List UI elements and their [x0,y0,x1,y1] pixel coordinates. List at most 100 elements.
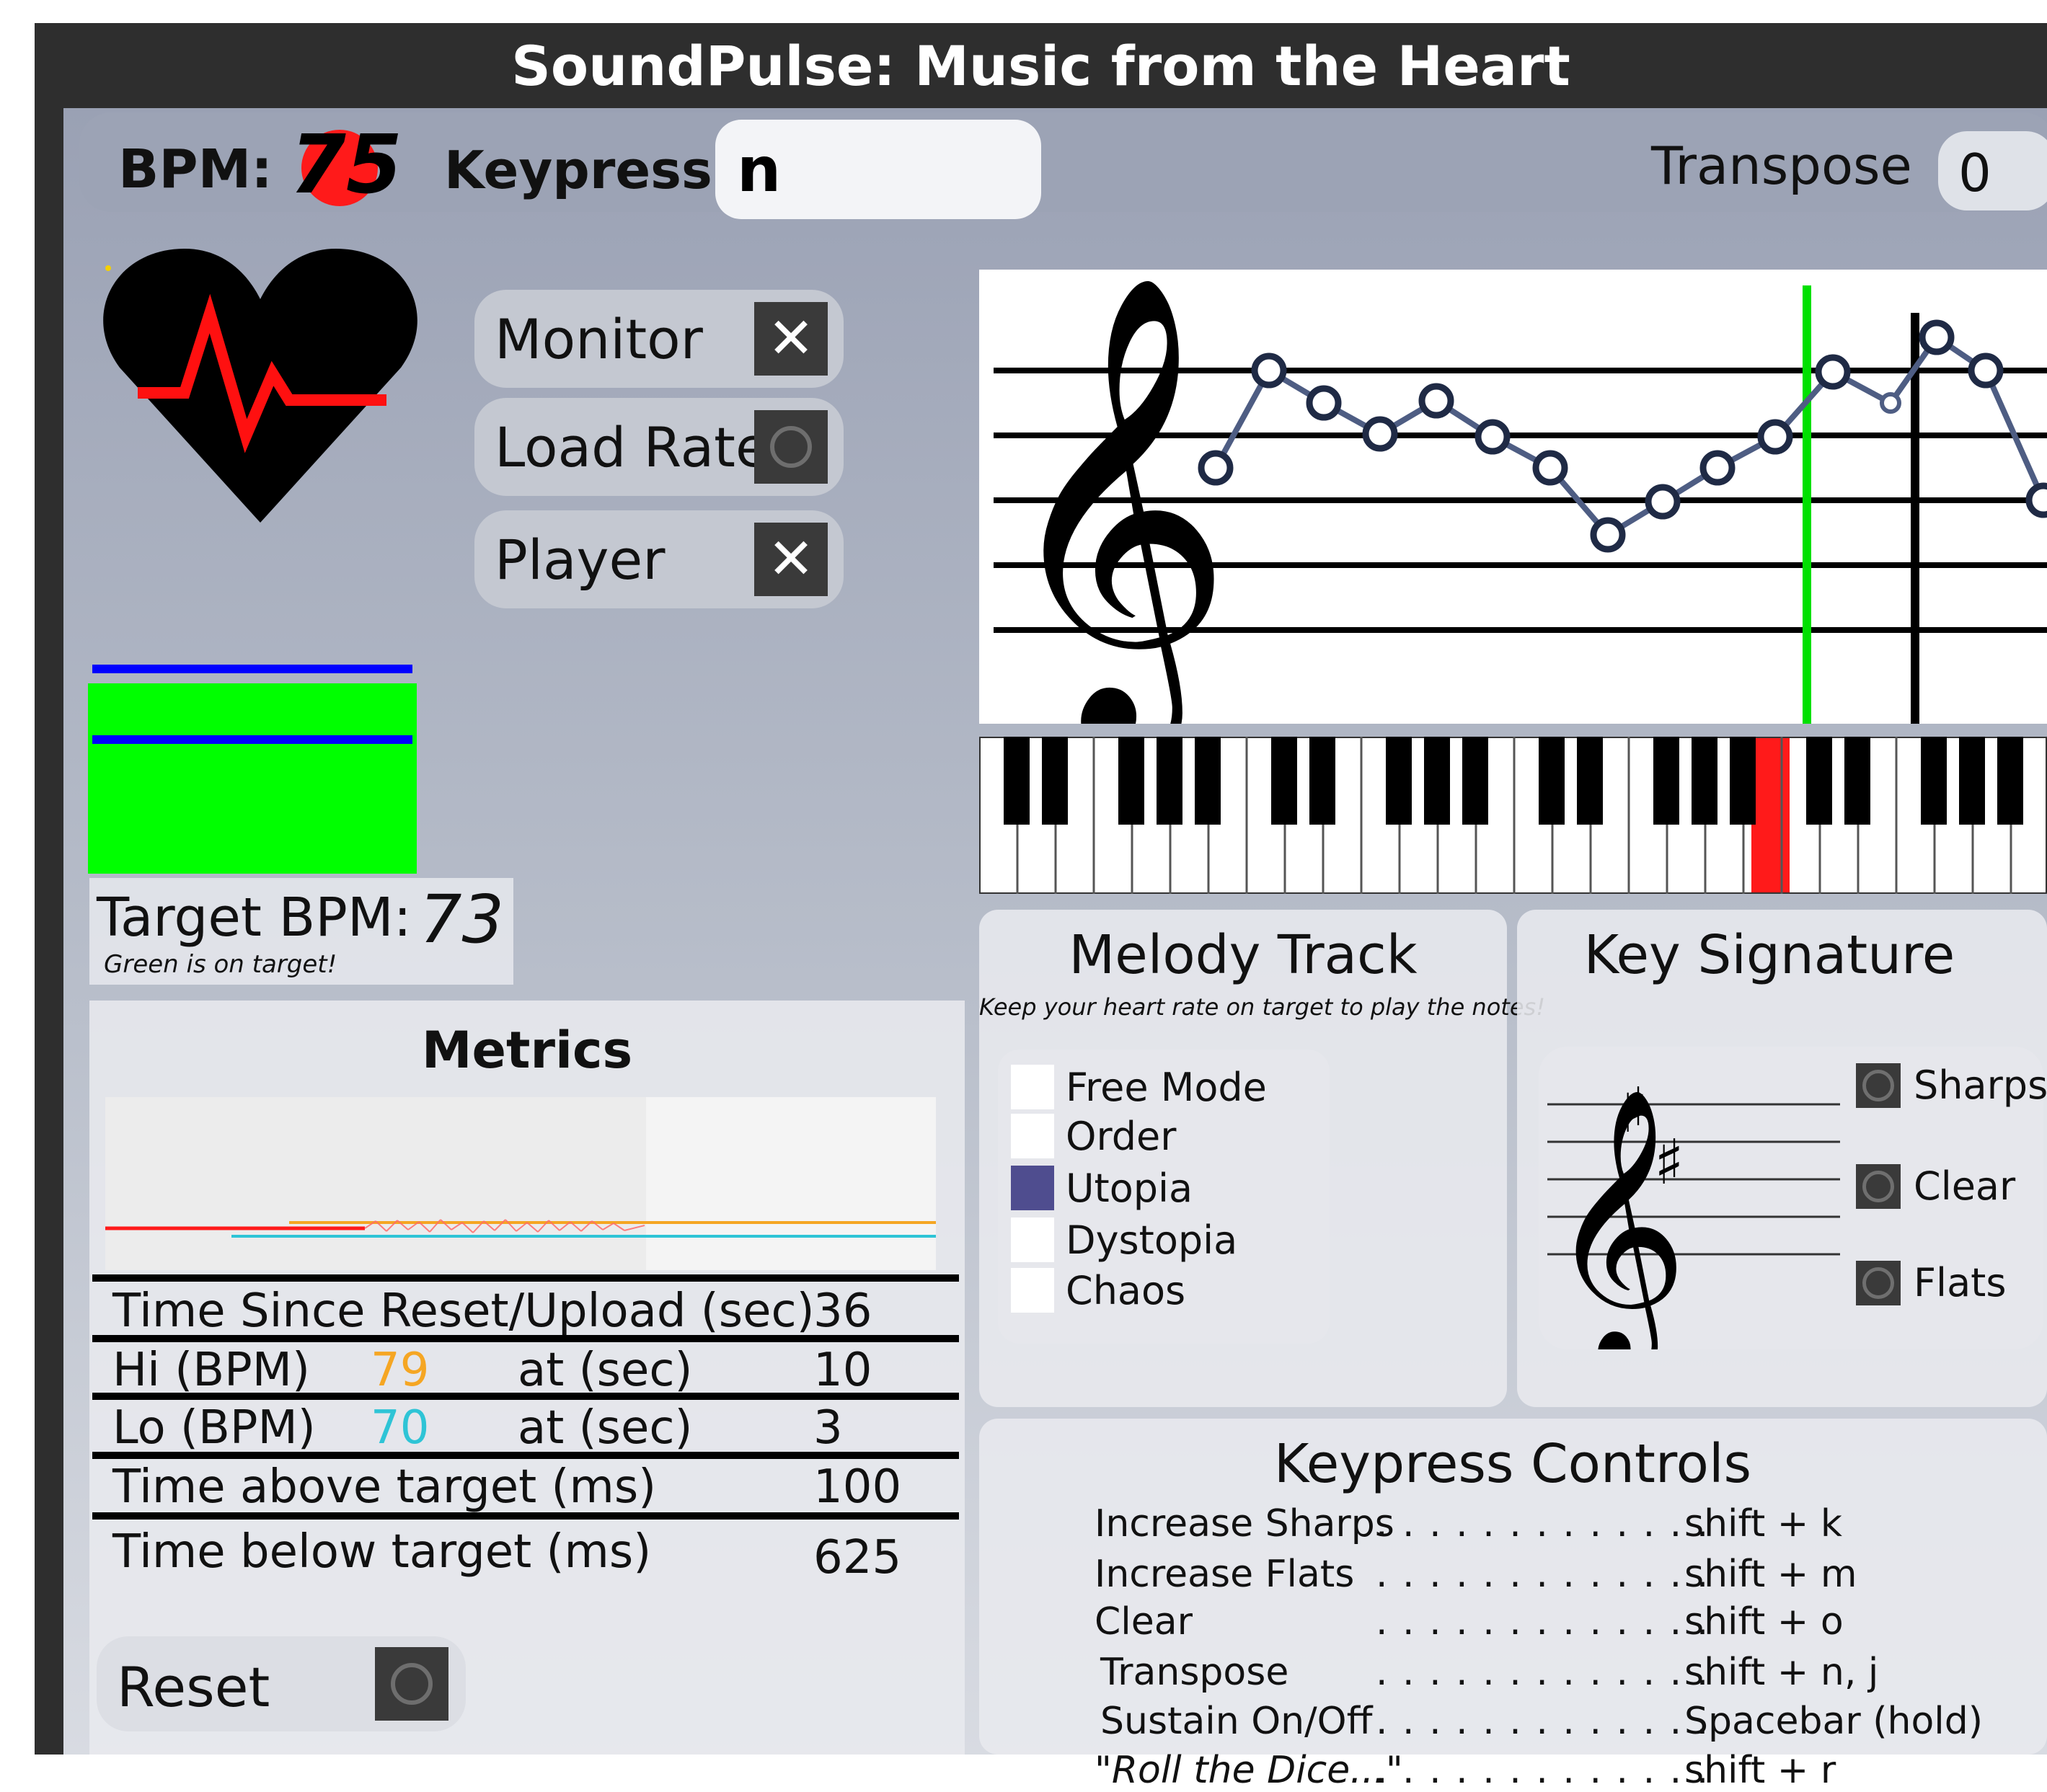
sharps-label: Sharps [1914,1063,2047,1108]
player-label: Player [495,528,666,592]
lo-label: Lo (BPM) [112,1401,316,1455]
transpose-field[interactable]: 0 [1938,131,2047,210]
melody-title: Melody Track [1069,924,1418,986]
mode-option-utopia[interactable]: Utopia [1011,1165,1193,1211]
mode-option-chaos[interactable]: Chaos [1011,1267,1185,1313]
kp-dots: . . . . . . . . . . . . . [1376,1700,1710,1743]
mode-label: Dystopia [1066,1217,1238,1263]
kp-key: shift + r [1684,1749,1836,1792]
piano-keyboard[interactable] [979,737,2047,894]
transpose-label: Transpose [1651,136,1912,196]
load-rate-toggle[interactable]: Load Rate [474,398,844,496]
clear-toggle[interactable] [1856,1163,1901,1209]
kp-action: Sustain On/Off [1100,1700,1373,1743]
mode-option-dystopia[interactable]: Dystopia [1011,1217,1237,1263]
hi-at-value: 10 [813,1344,872,1397]
mode-checkbox[interactable] [1011,1166,1054,1210]
clear-button[interactable]: Clear [1856,1163,2015,1209]
kp-key: shift + m [1684,1553,1857,1596]
bpm-label: BPM: [118,138,273,200]
load-rate-circle-icon [770,426,812,468]
kp-action: "Roll the Dice..." [1095,1749,1403,1792]
mode-label: Chaos [1066,1267,1186,1313]
kp-key: shift + k [1684,1502,1843,1545]
sharps-button[interactable]: Sharps [1856,1063,2047,1108]
mode-label: Utopia [1066,1165,1193,1211]
time-since-reset-value: 36 [813,1285,872,1338]
mode-checkbox[interactable] [1011,1217,1054,1262]
header-bar: BPM: 75 Keypress: n Transpose 0 [79,112,2047,219]
kp-action: Clear [1095,1600,1193,1644]
hi-label: Hi (BPM) [112,1344,310,1397]
time-since-reset-label: Time Since Reset/Upload (sec) [112,1285,815,1338]
hi-value: 79 [371,1344,430,1397]
kp-dots: . . . . . . . . . . . . . [1376,1749,1710,1792]
melody-track-panel: Melody Track Keep your heart rate on tar… [979,910,1546,1407]
kp-dots: . . . . . . . . . . . . . [1376,1502,1710,1545]
kp-key: shift + n, j [1684,1651,1879,1694]
lo-at-label: at (sec) [518,1401,693,1455]
kp-key: shift + o [1684,1600,1844,1644]
monitor-toggle[interactable]: Monitor ✕ [474,290,844,388]
flats-button[interactable]: Flats [1856,1260,2006,1305]
sharps-toggle[interactable] [1856,1063,1901,1108]
table-rule [92,1452,959,1459]
kp-key: Spacebar (hold) [1684,1700,1984,1743]
key-signature-title: Key Signature [1583,924,1955,986]
main-content: BPM: 75 Keypress: n Transpose 0 Monitor … [63,108,2047,1792]
lo-value: 70 [371,1401,430,1455]
melody-mode-list: Free Mode Order Utopia Dystopia Chaos [998,1050,1330,1344]
keypress-field[interactable]: n [715,120,1041,219]
kp-action: Increase Flats [1095,1553,1355,1596]
table-rule [92,1274,959,1282]
mode-checkbox[interactable] [1011,1065,1054,1109]
transpose-value: 0 [1958,143,1991,203]
keypress-controls-title: Keypress Controls [1273,1433,1752,1495]
sharp-icon: ♯ [1654,1127,1684,1199]
above-target-value: 100 [813,1460,902,1514]
target-bpm-value: 73 [420,881,505,958]
target-upper-line [92,665,412,673]
keypress-value: n [737,134,782,206]
kp-dots: . . . . . . . . . . . . . [1376,1553,1710,1596]
flats-toggle[interactable] [1856,1260,1901,1305]
key-signature-staff: 𝄞 ♯ ♯ [1547,1075,1840,1349]
status-dot [105,265,111,271]
table-rule [92,1512,959,1520]
load-rate-button[interactable] [754,410,828,484]
load-rate-label: Load Rate [495,415,769,479]
player-close-icon[interactable]: ✕ [754,523,828,596]
target-bpm-panel: Target BPM: 73 Green is on target! [89,878,513,985]
key-signature-panel: Key Signature 𝄞 ♯ ♯ Sharps Clear Flats [1517,910,2047,1407]
mode-option-free[interactable]: Free Mode [1011,1064,1267,1110]
table-rule [92,1393,959,1400]
mode-option-order[interactable]: Order [1011,1113,1176,1159]
player-toggle[interactable]: Player ✕ [474,510,844,608]
treble-clef-icon: 𝄞 [995,270,1234,724]
sharp-icon: ♯ [1618,1075,1648,1147]
flats-label: Flats [1914,1260,2007,1305]
below-target-value: 625 [813,1531,902,1584]
mode-checkbox[interactable] [1011,1114,1054,1158]
target-note: Green is on target! [104,950,337,979]
melody-subtitle: Keep your heart rate on target to play t… [979,993,1546,1021]
metrics-panel: Metrics Time Since Reset/Upload (sec) 36… [89,1001,965,1755]
mode-checkbox[interactable] [1011,1268,1054,1313]
below-target-label: Time below target (ms) [112,1525,652,1579]
bpm-value: 75 [290,118,402,212]
app-title: SoundPulse: Music from the Heart [511,33,1570,98]
kp-action: Transpose [1100,1651,1289,1694]
lo-at-value: 3 [813,1401,843,1455]
svg-text:𝄞: 𝄞 [995,270,1234,724]
app-window: SoundPulse: Music from the Heart BPM: 75… [35,23,2047,1792]
circle-icon [1862,1170,1894,1202]
kp-dots: . . . . . . . . . . . . . [1376,1651,1710,1694]
reset-button[interactable]: Reset [97,1636,466,1731]
target-lower-line [92,735,412,744]
metrics-title: Metrics [421,1021,633,1080]
target-zone [88,683,417,874]
circle-icon [1862,1267,1894,1299]
reset-circle-button[interactable] [375,1647,448,1721]
bpm-history-chart [105,1097,936,1270]
monitor-close-icon[interactable]: ✕ [754,302,828,376]
